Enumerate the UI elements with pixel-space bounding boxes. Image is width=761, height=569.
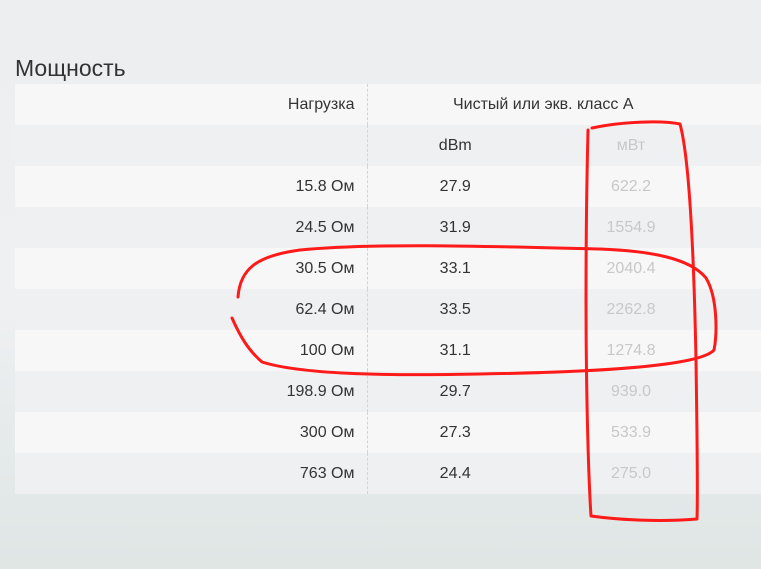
header-group: Чистый или экв. класс A <box>367 84 719 125</box>
table-header-row: Нагрузка Чистый или экв. класс A <box>15 84 761 125</box>
cell-spacer <box>719 207 761 248</box>
cell-dbm: 29.7 <box>367 371 543 412</box>
table-row: 198.9 Ом 29.7 939.0 <box>15 371 761 412</box>
cell-dbm: 27.9 <box>367 166 543 207</box>
subheader-empty <box>15 125 368 166</box>
cell-spacer <box>719 248 761 289</box>
cell-load: 198.9 Ом <box>15 371 368 412</box>
header-load: Нагрузка <box>15 84 368 125</box>
cell-dbm: 31.9 <box>367 207 543 248</box>
subheader-dbm: dBm <box>367 125 543 166</box>
header-spacer <box>719 84 761 125</box>
cell-load: 15.8 Ом <box>15 166 368 207</box>
cell-mw: 939.0 <box>543 371 719 412</box>
cell-dbm: 31.1 <box>367 330 543 371</box>
cell-spacer <box>719 289 761 330</box>
cell-mw: 2262.8 <box>543 289 719 330</box>
cell-mw: 1274.8 <box>543 330 719 371</box>
table-row: 62.4 Ом 33.5 2262.8 <box>15 289 761 330</box>
cell-mw: 1554.9 <box>543 207 719 248</box>
table-row: 100 Ом 31.1 1274.8 <box>15 330 761 371</box>
cell-mw: 275.0 <box>543 453 719 494</box>
table-row: 763 Ом 24.4 275.0 <box>15 453 761 494</box>
cell-dbm: 33.5 <box>367 289 543 330</box>
section-title: Мощность <box>15 55 126 81</box>
cell-load: 24.5 Ом <box>15 207 368 248</box>
cell-load: 62.4 Ом <box>15 289 368 330</box>
cell-spacer <box>719 412 761 453</box>
cell-dbm: 27.3 <box>367 412 543 453</box>
cell-mw: 622.2 <box>543 166 719 207</box>
subheader-spacer <box>719 125 761 166</box>
subheader-mw: мВт <box>543 125 719 166</box>
cell-mw: 533.9 <box>543 412 719 453</box>
cell-spacer <box>719 166 761 207</box>
table-row: 24.5 Ом 31.9 1554.9 <box>15 207 761 248</box>
cell-mw: 2040.4 <box>543 248 719 289</box>
cell-spacer <box>719 330 761 371</box>
cell-spacer <box>719 453 761 494</box>
cell-load: 100 Ом <box>15 330 368 371</box>
table-subheader-row: dBm мВт <box>15 125 761 166</box>
cell-load: 763 Ом <box>15 453 368 494</box>
cell-spacer <box>719 371 761 412</box>
cell-dbm: 33.1 <box>367 248 543 289</box>
cell-load: 300 Ом <box>15 412 368 453</box>
power-table: Нагрузка Чистый или экв. класс A dBm мВт… <box>15 84 761 494</box>
table-row: 15.8 Ом 27.9 622.2 <box>15 166 761 207</box>
table-row: 30.5 Ом 33.1 2040.4 <box>15 248 761 289</box>
cell-dbm: 24.4 <box>367 453 543 494</box>
table-row: 300 Ом 27.3 533.9 <box>15 412 761 453</box>
cell-load: 30.5 Ом <box>15 248 368 289</box>
power-table-container: Нагрузка Чистый или экв. класс A dBm мВт… <box>15 84 761 494</box>
